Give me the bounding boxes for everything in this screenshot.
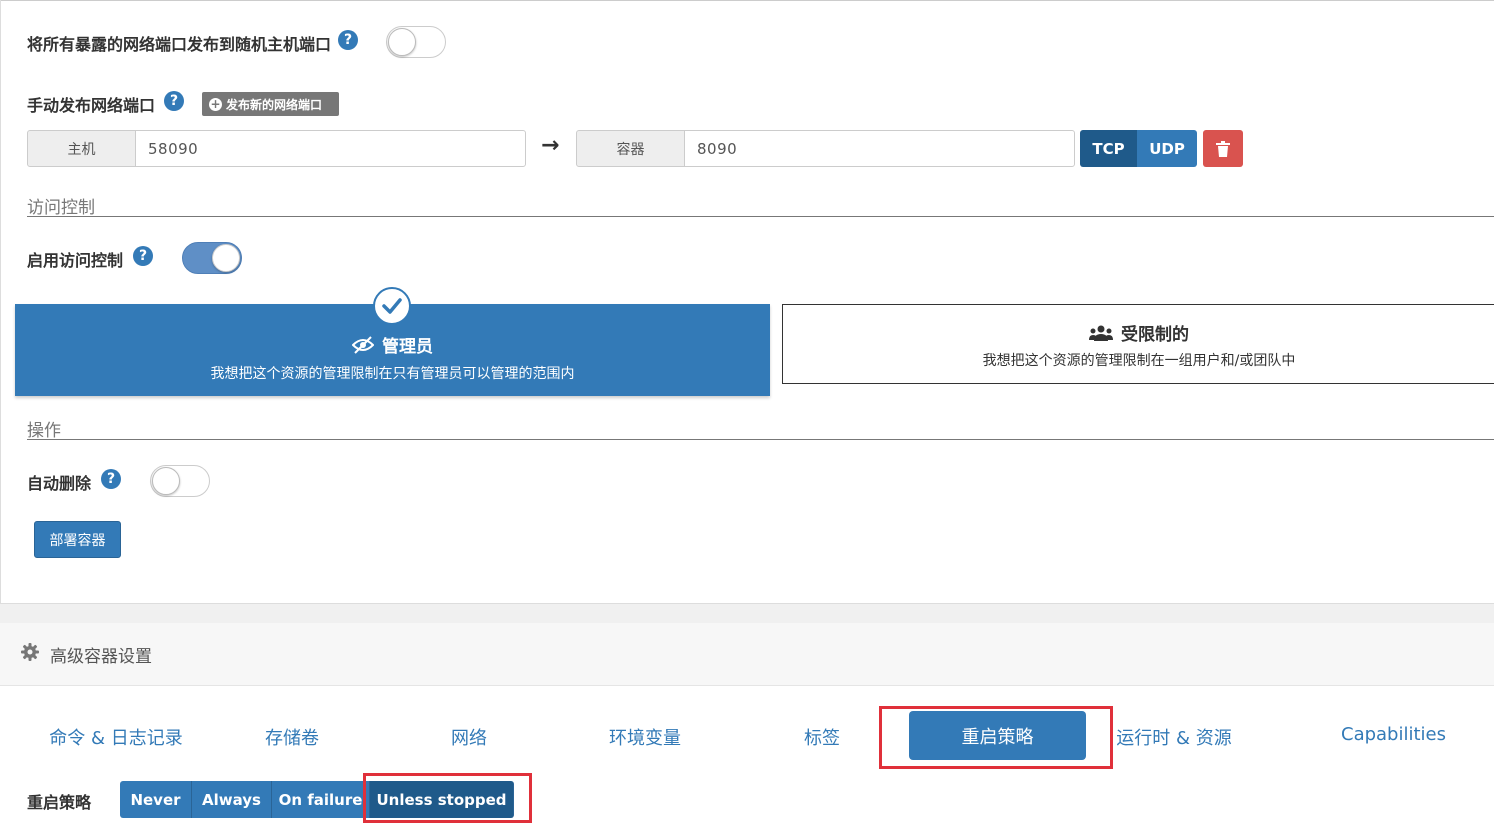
restricted-option-description: 我想把这个资源的管理限制在一组用户和/或团队中 [982, 353, 1296, 369]
panel-separator [0, 603, 1494, 623]
tab-runtime-resources[interactable]: 运行时 & 资源 [1098, 724, 1250, 750]
highlight-box-tab [879, 706, 1113, 769]
tab-labels[interactable]: 标签 [746, 724, 898, 750]
help-icon[interactable]: ? [338, 30, 358, 50]
publish-all-toggle[interactable] [386, 26, 446, 58]
tab-network[interactable]: 网络 [393, 724, 545, 750]
access-control-toggle[interactable] [182, 242, 242, 274]
admin-option-description: 我想把这个资源的管理限制在只有管理员可以管理的范围内 [210, 366, 575, 382]
container-addon: 容器 [576, 130, 685, 167]
access-control-section-title: 访问控制 [27, 198, 95, 218]
toggle-knob [388, 28, 416, 56]
container-port-input[interactable]: 8090 [684, 130, 1075, 167]
section-divider [27, 216, 1494, 217]
add-port-button[interactable]: + 发布新的网络端口 [202, 92, 339, 116]
toggle-knob [212, 244, 240, 272]
admin-option-title: 管理员 [382, 337, 433, 357]
users-icon [1089, 325, 1113, 341]
help-icon[interactable]: ? [164, 91, 184, 111]
left-border [0, 0, 1, 605]
restricted-option-title: 受限制的 [1121, 325, 1189, 345]
advanced-settings-title: 高级容器设置 [50, 647, 152, 667]
access-control-label: 启用访问控制 [27, 251, 124, 270]
protocol-tcp-button[interactable]: TCP [1080, 130, 1137, 167]
selected-check-icon [373, 287, 411, 325]
gear-icon [21, 643, 39, 665]
tab-command-logging[interactable]: 命令 & 日志记录 [40, 724, 192, 750]
advanced-settings-header [0, 623, 1494, 686]
highlight-box-option [363, 773, 532, 823]
toggle-knob [152, 467, 180, 495]
deploy-container-button[interactable]: 部署容器 [34, 521, 121, 558]
restart-always-button[interactable]: Always [192, 781, 272, 818]
auto-remove-toggle[interactable] [150, 465, 210, 497]
protocol-udp-button[interactable]: UDP [1137, 130, 1197, 167]
trash-icon [1216, 140, 1230, 157]
arrow-right-icon: → [541, 133, 560, 158]
auto-remove-label: 自动删除 [27, 474, 92, 493]
plus-circle-icon: + [209, 96, 222, 111]
top-divider [0, 0, 1494, 1]
section-divider [27, 439, 1494, 440]
publish-all-label: 将所有暴露的网络端口发布到随机主机端口 [27, 35, 332, 54]
restart-never-button[interactable]: Never [120, 781, 192, 818]
help-icon[interactable]: ? [101, 469, 121, 489]
restart-on-failure-button[interactable]: On failure [272, 781, 370, 818]
tab-env[interactable]: 环境变量 [569, 724, 721, 750]
add-port-label: 发布新的网络端口 [226, 97, 323, 112]
remove-port-button[interactable] [1203, 130, 1243, 167]
actions-section-title: 操作 [27, 421, 61, 441]
tab-capabilities[interactable]: Capabilities [1316, 724, 1471, 745]
manual-publish-label: 手动发布网络端口 [27, 96, 156, 115]
restart-policy-label: 重启策略 [27, 793, 92, 812]
restricted-access-option[interactable]: 受限制的 我想把这个资源的管理限制在一组用户和/或团队中 [782, 304, 1494, 384]
host-port-input[interactable]: 58090 [135, 130, 526, 167]
eye-slash-icon [352, 335, 374, 354]
host-addon: 主机 [27, 130, 136, 167]
tab-volumes[interactable]: 存储卷 [216, 724, 368, 750]
help-icon[interactable]: ? [133, 246, 153, 266]
